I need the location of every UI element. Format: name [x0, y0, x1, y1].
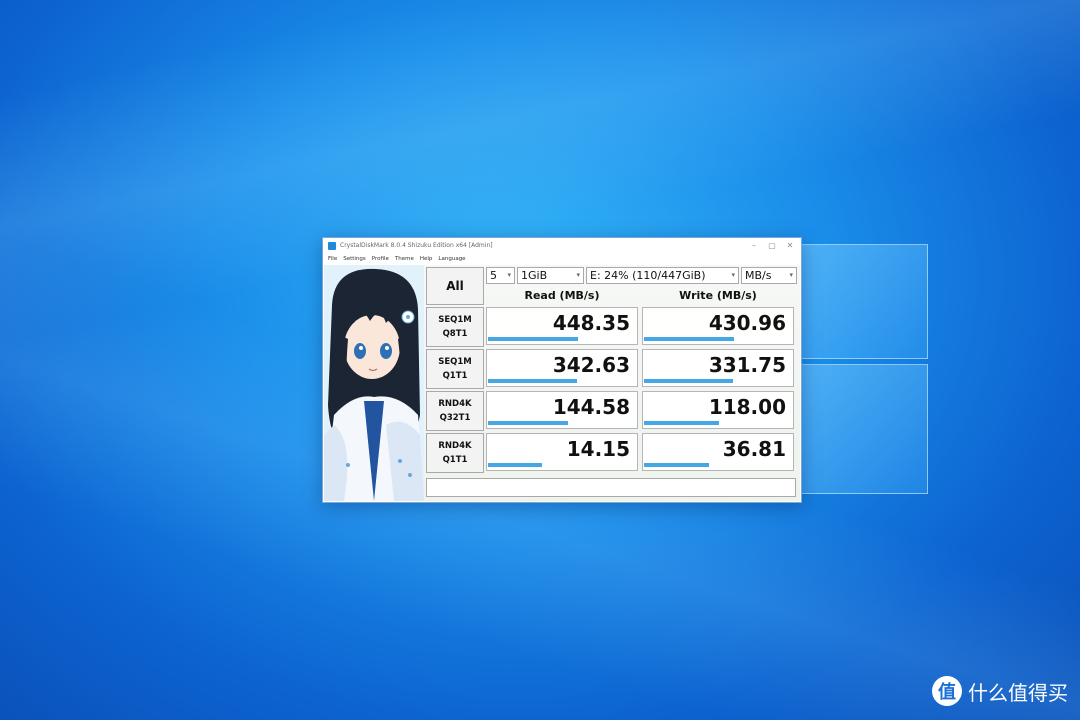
app-icon [328, 241, 336, 250]
chevron-down-icon: ▾ [507, 271, 511, 279]
menu-profile[interactable]: Profile [372, 256, 389, 262]
read-value: 342.63 [552, 353, 630, 377]
minimize-button[interactable]: – [745, 238, 763, 253]
read-result-cell: 448.35 [486, 307, 638, 345]
menu-bar: File Settings Profile Theme Help Languag… [323, 253, 801, 264]
test-count-value: 5 [490, 269, 497, 282]
windows-logo-pane [800, 244, 928, 359]
test-button-rnd4k-q1t1[interactable]: RND4K Q1T1 [426, 433, 484, 473]
chevron-down-icon: ▾ [731, 271, 735, 279]
title-bar[interactable]: CrystalDiskMark 8.0.4 Shizuku Edition x6… [323, 238, 801, 253]
test-name: RND4K [438, 441, 472, 451]
crystaldiskmark-window[interactable]: CrystalDiskMark 8.0.4 Shizuku Edition x6… [322, 237, 802, 503]
read-score-bar [488, 463, 542, 467]
test-size-value: 1GiB [521, 269, 548, 282]
run-all-button[interactable]: All [426, 267, 484, 305]
menu-help[interactable]: Help [420, 256, 433, 262]
test-params: Q8T1 [442, 329, 468, 339]
benchmark-panel: All 5 ▾ 1GiB ▾ E: 24% (110/447GiB) ▾ MB/… [424, 265, 800, 501]
read-score-bar [488, 337, 578, 341]
test-count-select[interactable]: 5 ▾ [486, 267, 515, 284]
test-params: Q1T1 [442, 371, 468, 381]
write-result-cell: 331.75 [642, 349, 794, 387]
close-button[interactable]: ✕ [781, 238, 799, 253]
menu-file[interactable]: File [328, 256, 337, 262]
write-value: 331.75 [708, 353, 786, 377]
test-button-seq1m-q1t1[interactable]: SEQ1M Q1T1 [426, 349, 484, 389]
test-name: SEQ1M [438, 357, 472, 367]
test-button-rnd4k-q32t1[interactable]: RND4K Q32T1 [426, 391, 484, 431]
unit-select[interactable]: MB/s ▾ [741, 267, 797, 284]
comment-field[interactable] [426, 478, 796, 497]
drive-value: E: 24% (110/447GiB) [590, 269, 706, 282]
drive-select[interactable]: E: 24% (110/447GiB) ▾ [586, 267, 739, 284]
windows-logo-pane [800, 364, 928, 494]
write-value: 36.81 [722, 437, 786, 461]
write-result-cell: 430.96 [642, 307, 794, 345]
read-value: 14.15 [566, 437, 630, 461]
read-value: 448.35 [552, 311, 630, 335]
read-value: 144.58 [552, 395, 630, 419]
write-result-cell: 36.81 [642, 433, 794, 471]
write-score-bar [644, 337, 734, 341]
menu-settings[interactable]: Settings [343, 256, 366, 262]
watermark-text: 什么值得买 [968, 680, 1068, 705]
read-score-bar [488, 379, 577, 383]
write-score-bar [644, 463, 709, 467]
site-watermark: 值 什么值得买 [932, 676, 1068, 706]
read-result-cell: 144.58 [486, 391, 638, 429]
read-result-cell: 342.63 [486, 349, 638, 387]
write-column-header: Write (MB/s) [679, 289, 757, 302]
watermark-logo-icon: 值 [932, 676, 962, 706]
write-result-cell: 118.00 [642, 391, 794, 429]
test-params: Q1T1 [442, 455, 468, 465]
test-name: SEQ1M [438, 315, 472, 325]
chevron-down-icon: ▾ [576, 271, 580, 279]
read-score-bar [488, 421, 568, 425]
test-params: Q32T1 [439, 413, 471, 423]
theme-character-illustration [324, 265, 424, 501]
test-name: RND4K [438, 399, 472, 409]
menu-theme[interactable]: Theme [395, 256, 414, 262]
window-title: CrystalDiskMark 8.0.4 Shizuku Edition x6… [340, 242, 493, 249]
menu-language[interactable]: Language [438, 256, 465, 262]
read-column-header: Read (MB/s) [524, 289, 600, 302]
write-score-bar [644, 421, 719, 425]
read-result-cell: 14.15 [486, 433, 638, 471]
unit-value: MB/s [745, 269, 772, 282]
test-button-seq1m-q8t1[interactable]: SEQ1M Q8T1 [426, 307, 484, 347]
write-score-bar [644, 379, 733, 383]
write-value: 430.96 [708, 311, 786, 335]
test-size-select[interactable]: 1GiB ▾ [517, 267, 584, 284]
write-value: 118.00 [708, 395, 786, 419]
chevron-down-icon: ▾ [789, 271, 793, 279]
maximize-button[interactable]: ▢ [763, 238, 781, 253]
